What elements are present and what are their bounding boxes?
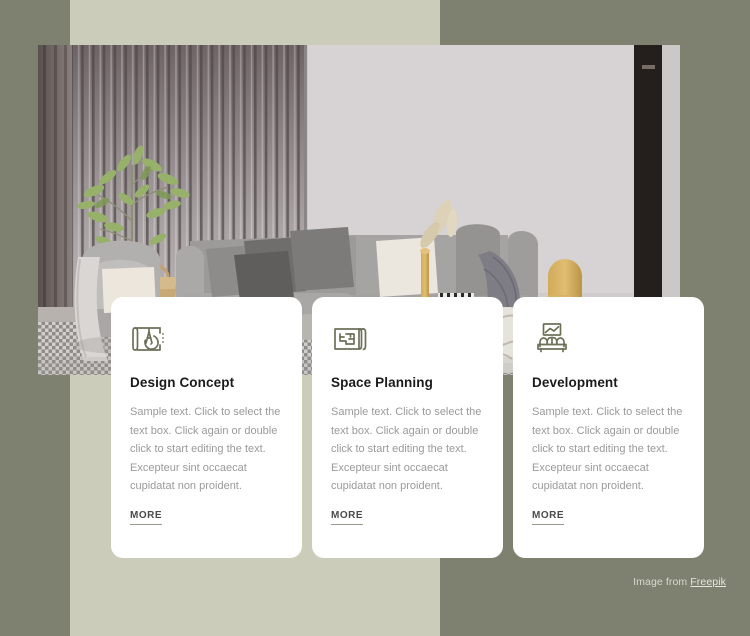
freepik-link[interactable]: Freepik: [690, 576, 726, 588]
image-attribution: Image from Freepik: [633, 576, 726, 588]
card-body: Sample text. Click to select the text bo…: [331, 406, 482, 492]
card-body: Sample text. Click to select the text bo…: [532, 406, 683, 492]
feature-cards: Design Concept Sample text. Click to sel…: [111, 297, 706, 558]
card-title: Design Concept: [130, 375, 235, 390]
card-design-concept[interactable]: Design Concept Sample text. Click to sel…: [111, 297, 302, 558]
page-root: Design Concept Sample text. Click to sel…: [0, 0, 750, 636]
card-title: Development: [532, 375, 618, 390]
sofa-picture-frame-icon: [532, 319, 572, 359]
floor-plan-icon: [331, 319, 371, 359]
more-link[interactable]: MORE: [331, 510, 363, 525]
card-title: Space Planning: [331, 375, 433, 390]
card-body: Sample text. Click to select the text bo…: [130, 406, 281, 492]
attribution-prefix: Image from: [633, 576, 691, 588]
blueprint-compass-icon: [130, 319, 170, 359]
more-link[interactable]: MORE: [532, 510, 564, 525]
more-link[interactable]: MORE: [130, 510, 162, 525]
card-development[interactable]: Development Sample text. Click to select…: [513, 297, 704, 558]
card-space-planning[interactable]: Space Planning Sample text. Click to sel…: [312, 297, 503, 558]
